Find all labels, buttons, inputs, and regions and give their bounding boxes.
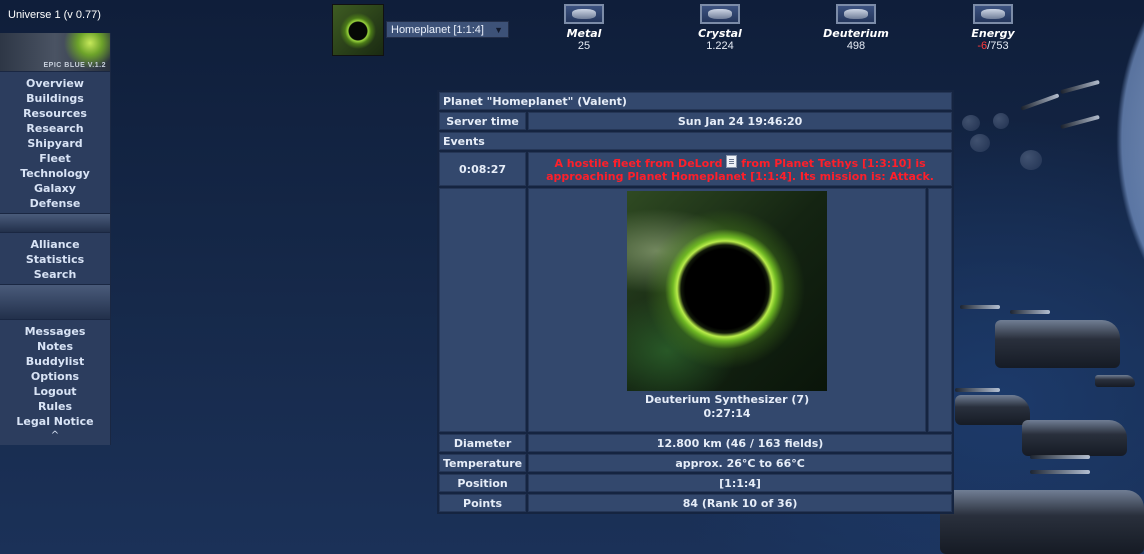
nav-group-account: Messages Notes Buddylist Options Logout … <box>0 320 110 431</box>
energy-total: /753 <box>987 40 1009 52</box>
sidebar-item-fleet[interactable]: Fleet <box>0 151 110 166</box>
overview-table: Planet "Homeplanet" (Valent) Server time… <box>437 90 954 514</box>
resource-name: Crystal <box>698 27 742 40</box>
events-header: Events <box>439 132 952 150</box>
nav-group-social: Alliance Statistics Search <box>0 233 110 284</box>
resource-energy: Energy -6/753 <box>953 4 1033 53</box>
chevron-down-icon: ▼ <box>494 25 503 35</box>
event-text-start: A hostile fleet from DeLord <box>554 157 723 170</box>
scroll-top-caret-icon[interactable]: ^ <box>0 431 110 445</box>
resource-crystal: Crystal 1.224 <box>680 4 760 53</box>
image-right-cell <box>928 188 952 432</box>
sidebar-item-alliance[interactable]: Alliance <box>0 237 110 252</box>
points-value: 84 (Rank 10 of 36) <box>528 494 952 512</box>
sidebar-item-resources[interactable]: Resources <box>0 106 110 121</box>
resource-deuterium: Deuterium 498 <box>816 4 896 53</box>
planet-image-cell: Deuterium Synthesizer (7) 0:27:14 <box>528 188 926 432</box>
sidebar-item-galaxy[interactable]: Galaxy <box>0 181 110 196</box>
planet-image[interactable] <box>627 191 828 391</box>
sidebar-item-statistics[interactable]: Statistics <box>0 252 110 267</box>
server-time-label: Server time <box>439 112 527 130</box>
planet-thumbnail[interactable] <box>332 4 384 56</box>
planet-select-dropdown[interactable]: Homeplanet [1:1:4] ▼ <box>386 21 509 38</box>
resource-value: 1.224 <box>706 40 734 52</box>
sidebar-item-rules[interactable]: Rules <box>0 399 110 414</box>
construction-building: Deuterium Synthesizer (7) <box>645 393 810 406</box>
diameter-label: Diameter <box>439 434 527 452</box>
sidebar-item-legal-notice[interactable]: Legal Notice <box>0 414 110 429</box>
energy-available: -6 <box>977 40 988 52</box>
sidebar-item-technology[interactable]: Technology <box>0 166 110 181</box>
game-logo: EPIC BLUE V.1.2 <box>0 33 110 72</box>
temperature-label: Temperature <box>439 454 527 472</box>
energy-icon <box>973 4 1013 24</box>
image-left-cell <box>439 188 527 432</box>
deuterium-icon <box>836 4 876 24</box>
resource-name: Energy <box>971 27 1015 40</box>
metal-icon <box>564 4 604 24</box>
resource-value: -6/753 <box>953 40 1033 53</box>
nav-group-main: Overview Buildings Resources Research Sh… <box>0 72 110 213</box>
position-label: Position <box>439 474 527 492</box>
diameter-value: 12.800 km (46 / 163 fields) <box>528 434 952 452</box>
logo-text: EPIC BLUE V.1.2 <box>43 62 106 69</box>
resource-name: Deuterium <box>823 27 889 40</box>
server-time-value: Sun Jan 24 19:46:20 <box>528 112 952 130</box>
resource-value: 25 <box>577 40 591 52</box>
sidebar-item-shipyard[interactable]: Shipyard <box>0 136 110 151</box>
sidebar-item-defense[interactable]: Defense <box>0 196 110 211</box>
sidebar-item-logout[interactable]: Logout <box>0 384 110 399</box>
resource-value: 498 <box>846 40 866 52</box>
sidebar-item-search[interactable]: Search <box>0 267 110 282</box>
sidebar-item-research[interactable]: Research <box>0 121 110 136</box>
resource-metal: Metal 25 <box>544 4 624 53</box>
temperature-value: approx. 26°C to 66°C <box>528 454 952 472</box>
resource-name: Metal <box>566 27 602 40</box>
construction-timer: 0:27:14 <box>703 407 751 420</box>
event-message: A hostile fleet from DeLord from Planet … <box>528 152 952 186</box>
sidebar-item-options[interactable]: Options <box>0 369 110 384</box>
planet-title: Planet "Homeplanet" (Valent) <box>439 92 952 110</box>
universe-label: Universe 1 (v 0.77) <box>8 9 101 21</box>
crystal-icon <box>700 4 740 24</box>
planet-select-value: Homeplanet [1:1:4] <box>391 24 484 36</box>
document-icon[interactable] <box>726 155 738 168</box>
sidebar-divider <box>0 213 110 233</box>
planet-overview: Planet "Homeplanet" (Valent) Server time… <box>437 90 954 514</box>
sidebar-divider <box>0 284 110 320</box>
event-countdown: 0:08:27 <box>439 152 527 186</box>
sidebar: EPIC BLUE V.1.2 Overview Buildings Resou… <box>0 33 111 445</box>
sidebar-item-buildings[interactable]: Buildings <box>0 91 110 106</box>
event-row: 0:08:27 A hostile fleet from DeLord from… <box>439 152 952 186</box>
sidebar-item-notes[interactable]: Notes <box>0 339 110 354</box>
points-label: Points <box>439 494 527 512</box>
sidebar-item-buddylist[interactable]: Buddylist <box>0 354 110 369</box>
sidebar-item-overview[interactable]: Overview <box>0 76 110 91</box>
sidebar-item-messages[interactable]: Messages <box>0 324 110 339</box>
position-value[interactable]: [1:1:4] <box>528 474 952 492</box>
